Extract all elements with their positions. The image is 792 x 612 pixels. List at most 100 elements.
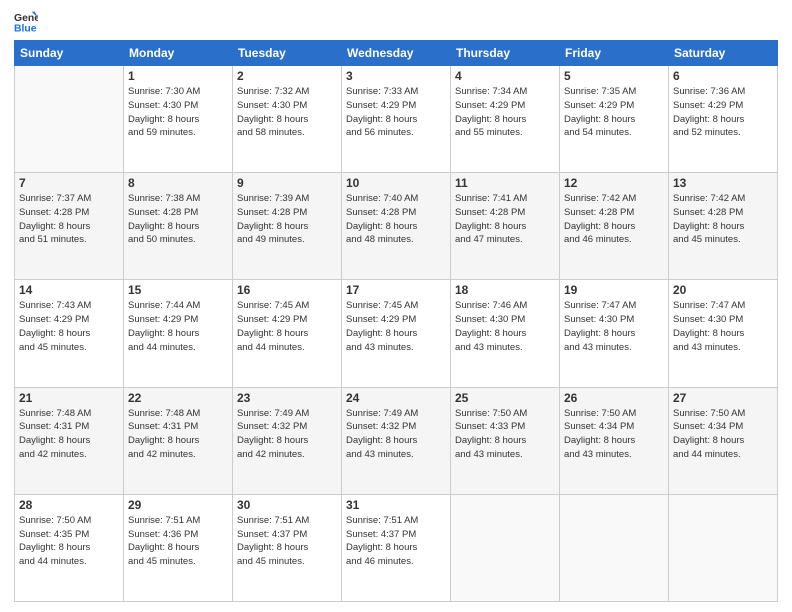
calendar-cell: 24 Sunrise: 7:49 AM Sunset: 4:32 PM Dayli… bbox=[342, 387, 451, 494]
calendar-cell: 3Sunrise: 7:33 AM Sunset: 4:29 PM Daylig… bbox=[342, 66, 451, 173]
calendar-cell: 30 Sunrise: 7:51 AM Sunset: 4:37 PM Dayli… bbox=[233, 494, 342, 601]
day-info: Sunrise: 7:36 AM Sunset: 4:29 PM Dayligh… bbox=[673, 85, 773, 140]
calendar-cell: 22 Sunrise: 7:48 AM Sunset: 4:31 PM Dayli… bbox=[124, 387, 233, 494]
calendar-cell: 23 Sunrise: 7:49 AM Sunset: 4:32 PM Dayli… bbox=[233, 387, 342, 494]
calendar-header-tuesday: Tuesday bbox=[233, 41, 342, 66]
calendar-week-row: 28 Sunrise: 7:50 AM Sunset: 4:35 PM Dayli… bbox=[15, 494, 778, 601]
calendar-cell: 17Sunrise: 7:45 AM Sunset: 4:29 PM Dayli… bbox=[342, 280, 451, 387]
day-number: 15 bbox=[128, 283, 228, 297]
calendar-cell bbox=[15, 66, 124, 173]
day-info: Sunrise: 7:43 AM Sunset: 4:29 PM Dayligh… bbox=[19, 299, 119, 354]
day-number: 23 bbox=[237, 391, 337, 405]
day-info: Sunrise: 7:46 AM Sunset: 4:30 PM Dayligh… bbox=[455, 299, 555, 354]
day-info: Sunrise: 7:50 AM Sunset: 4:34 PM Dayligh… bbox=[564, 407, 664, 462]
day-number: 3 bbox=[346, 69, 446, 83]
day-info: Sunrise: 7:48 AM Sunset: 4:31 PM Dayligh… bbox=[128, 407, 228, 462]
calendar-cell: 29 Sunrise: 7:51 AM Sunset: 4:36 PM Dayli… bbox=[124, 494, 233, 601]
calendar-cell: 18 Sunrise: 7:46 AM Sunset: 4:30 PM Dayli… bbox=[451, 280, 560, 387]
day-info: Sunrise: 7:35 AM Sunset: 4:29 PM Dayligh… bbox=[564, 85, 664, 140]
logo-icon: General Blue bbox=[14, 10, 38, 34]
calendar-cell: 8Sunrise: 7:38 AM Sunset: 4:28 PM Daylig… bbox=[124, 173, 233, 280]
day-number: 21 bbox=[19, 391, 119, 405]
day-info: Sunrise: 7:51 AM Sunset: 4:37 PM Dayligh… bbox=[237, 514, 337, 569]
day-number: 11 bbox=[455, 176, 555, 190]
day-number: 8 bbox=[128, 176, 228, 190]
day-info: Sunrise: 7:44 AM Sunset: 4:29 PM Dayligh… bbox=[128, 299, 228, 354]
calendar-cell: 26 Sunrise: 7:50 AM Sunset: 4:34 PM Dayli… bbox=[560, 387, 669, 494]
calendar-cell: 14 Sunrise: 7:43 AM Sunset: 4:29 PM Dayli… bbox=[15, 280, 124, 387]
calendar-week-row: 21 Sunrise: 7:48 AM Sunset: 4:31 PM Dayli… bbox=[15, 387, 778, 494]
day-number: 27 bbox=[673, 391, 773, 405]
day-number: 31 bbox=[346, 498, 446, 512]
calendar-header-friday: Friday bbox=[560, 41, 669, 66]
calendar-cell: 13 Sunrise: 7:42 AM Sunset: 4:28 PM Dayli… bbox=[669, 173, 778, 280]
day-number: 5 bbox=[564, 69, 664, 83]
calendar-header-row: SundayMondayTuesdayWednesdayThursdayFrid… bbox=[15, 41, 778, 66]
logo: General Blue bbox=[14, 10, 42, 34]
calendar-cell: 11 Sunrise: 7:41 AM Sunset: 4:28 PM Dayli… bbox=[451, 173, 560, 280]
calendar-cell: 28 Sunrise: 7:50 AM Sunset: 4:35 PM Dayli… bbox=[15, 494, 124, 601]
calendar-cell: 6Sunrise: 7:36 AM Sunset: 4:29 PM Daylig… bbox=[669, 66, 778, 173]
day-info: Sunrise: 7:41 AM Sunset: 4:28 PM Dayligh… bbox=[455, 192, 555, 247]
day-info: Sunrise: 7:50 AM Sunset: 4:33 PM Dayligh… bbox=[455, 407, 555, 462]
day-number: 25 bbox=[455, 391, 555, 405]
day-number: 28 bbox=[19, 498, 119, 512]
day-number: 9 bbox=[237, 176, 337, 190]
calendar-cell: 21Sunrise: 7:48 AM Sunset: 4:31 PM Dayli… bbox=[15, 387, 124, 494]
day-info: Sunrise: 7:40 AM Sunset: 4:28 PM Dayligh… bbox=[346, 192, 446, 247]
day-number: 26 bbox=[564, 391, 664, 405]
day-number: 13 bbox=[673, 176, 773, 190]
calendar-cell: 10 Sunrise: 7:40 AM Sunset: 4:28 PM Dayli… bbox=[342, 173, 451, 280]
day-info: Sunrise: 7:50 AM Sunset: 4:34 PM Dayligh… bbox=[673, 407, 773, 462]
calendar-header-monday: Monday bbox=[124, 41, 233, 66]
day-number: 16 bbox=[237, 283, 337, 297]
calendar-week-row: 14 Sunrise: 7:43 AM Sunset: 4:29 PM Dayli… bbox=[15, 280, 778, 387]
day-info: Sunrise: 7:30 AM Sunset: 4:30 PM Dayligh… bbox=[128, 85, 228, 140]
calendar-cell: 4Sunrise: 7:34 AM Sunset: 4:29 PM Daylig… bbox=[451, 66, 560, 173]
calendar-cell: 19 Sunrise: 7:47 AM Sunset: 4:30 PM Dayli… bbox=[560, 280, 669, 387]
day-info: Sunrise: 7:51 AM Sunset: 4:36 PM Dayligh… bbox=[128, 514, 228, 569]
day-info: Sunrise: 7:32 AM Sunset: 4:30 PM Dayligh… bbox=[237, 85, 337, 140]
svg-text:General: General bbox=[14, 13, 38, 24]
day-info: Sunrise: 7:50 AM Sunset: 4:35 PM Dayligh… bbox=[19, 514, 119, 569]
day-number: 24 bbox=[346, 391, 446, 405]
day-info: Sunrise: 7:47 AM Sunset: 4:30 PM Dayligh… bbox=[564, 299, 664, 354]
calendar-header-sunday: Sunday bbox=[15, 41, 124, 66]
day-number: 4 bbox=[455, 69, 555, 83]
day-info: Sunrise: 7:45 AM Sunset: 4:29 PM Dayligh… bbox=[346, 299, 446, 354]
calendar-cell bbox=[669, 494, 778, 601]
calendar-header-thursday: Thursday bbox=[451, 41, 560, 66]
calendar-cell: 2Sunrise: 7:32 AM Sunset: 4:30 PM Daylig… bbox=[233, 66, 342, 173]
day-number: 22 bbox=[128, 391, 228, 405]
day-info: Sunrise: 7:45 AM Sunset: 4:29 PM Dayligh… bbox=[237, 299, 337, 354]
day-number: 10 bbox=[346, 176, 446, 190]
header: General Blue bbox=[14, 10, 778, 34]
calendar-cell: 25 Sunrise: 7:50 AM Sunset: 4:33 PM Dayli… bbox=[451, 387, 560, 494]
calendar-cell: 1 Sunrise: 7:30 AM Sunset: 4:30 PM Daylig… bbox=[124, 66, 233, 173]
day-number: 19 bbox=[564, 283, 664, 297]
calendar-table: SundayMondayTuesdayWednesdayThursdayFrid… bbox=[14, 40, 778, 602]
day-info: Sunrise: 7:49 AM Sunset: 4:32 PM Dayligh… bbox=[237, 407, 337, 462]
calendar-cell: 31Sunrise: 7:51 AM Sunset: 4:37 PM Dayli… bbox=[342, 494, 451, 601]
calendar-cell bbox=[451, 494, 560, 601]
calendar-cell: 20Sunrise: 7:47 AM Sunset: 4:30 PM Dayli… bbox=[669, 280, 778, 387]
calendar-cell: 7 Sunrise: 7:37 AM Sunset: 4:28 PM Daylig… bbox=[15, 173, 124, 280]
calendar-header-saturday: Saturday bbox=[669, 41, 778, 66]
calendar-cell: 15 Sunrise: 7:44 AM Sunset: 4:29 PM Dayli… bbox=[124, 280, 233, 387]
day-info: Sunrise: 7:42 AM Sunset: 4:28 PM Dayligh… bbox=[564, 192, 664, 247]
page: General Blue SundayMondayTuesdayWednesda… bbox=[0, 0, 792, 612]
day-number: 29 bbox=[128, 498, 228, 512]
day-number: 18 bbox=[455, 283, 555, 297]
svg-text:Blue: Blue bbox=[14, 24, 37, 34]
day-number: 7 bbox=[19, 176, 119, 190]
day-number: 1 bbox=[128, 69, 228, 83]
day-number: 12 bbox=[564, 176, 664, 190]
calendar-week-row: 1 Sunrise: 7:30 AM Sunset: 4:30 PM Daylig… bbox=[15, 66, 778, 173]
day-number: 14 bbox=[19, 283, 119, 297]
day-number: 30 bbox=[237, 498, 337, 512]
calendar-cell: 5 Sunrise: 7:35 AM Sunset: 4:29 PM Daylig… bbox=[560, 66, 669, 173]
day-info: Sunrise: 7:49 AM Sunset: 4:32 PM Dayligh… bbox=[346, 407, 446, 462]
day-info: Sunrise: 7:37 AM Sunset: 4:28 PM Dayligh… bbox=[19, 192, 119, 247]
calendar-cell: 12 Sunrise: 7:42 AM Sunset: 4:28 PM Dayli… bbox=[560, 173, 669, 280]
day-info: Sunrise: 7:42 AM Sunset: 4:28 PM Dayligh… bbox=[673, 192, 773, 247]
